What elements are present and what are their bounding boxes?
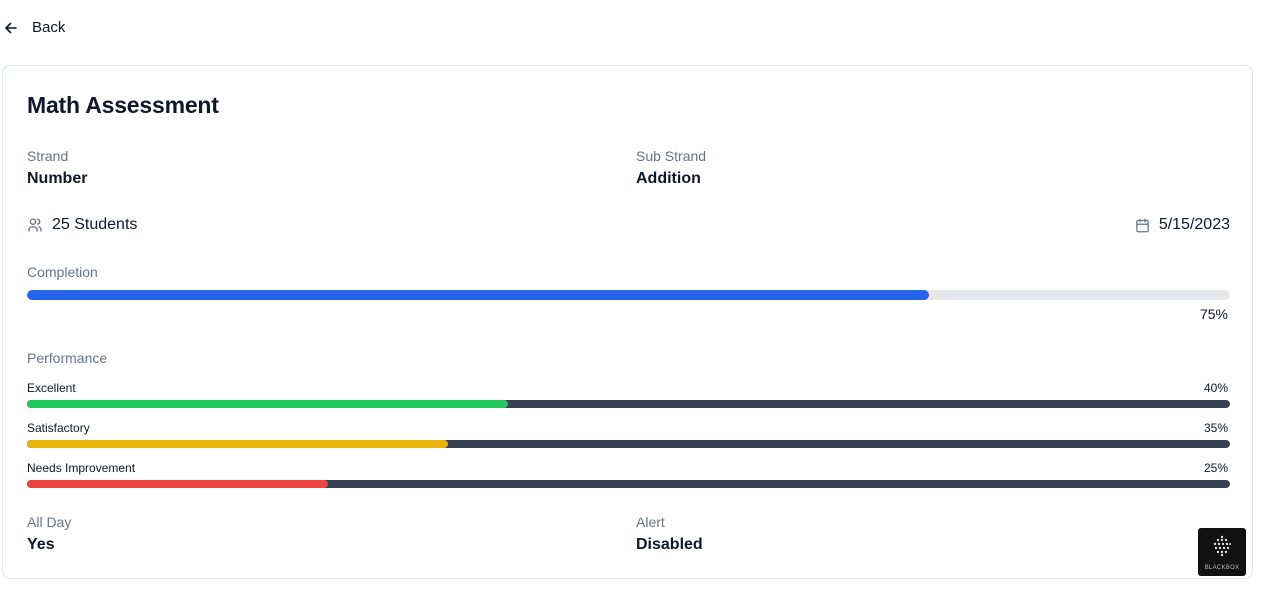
all-day-label: All Day — [27, 514, 72, 530]
back-label: Back — [32, 19, 66, 36]
performance-needs-improvement-percent: 25% — [1203, 461, 1228, 475]
assessment-title: Math Assessment — [27, 92, 219, 118]
performance-satisfactory-label: Satisfactory — [27, 421, 90, 435]
completion-percent: 75% — [1199, 306, 1228, 322]
all-day-value: Yes — [27, 536, 55, 553]
performance-satisfactory-fill — [27, 440, 449, 448]
performance-excellent-bar — [27, 400, 1230, 408]
performance-excellent-percent: 40% — [1203, 381, 1228, 395]
performance-excellent-fill — [27, 400, 509, 408]
arrow-left-icon — [4, 21, 18, 35]
completion-progress-fill — [27, 290, 930, 300]
alert-value: Disabled — [636, 536, 703, 553]
performance-excellent-label: Excellent — [27, 381, 76, 395]
completion-label: Completion — [27, 264, 98, 280]
student-count: 25 Students — [27, 216, 137, 234]
performance-needs-improvement-fill — [27, 480, 328, 488]
performance-needs-improvement-bar — [27, 480, 1230, 488]
users-icon — [27, 217, 43, 233]
date-text: 5/15/2023 — [1158, 216, 1230, 233]
performance-satisfactory-bar — [27, 440, 1230, 448]
sub-strand-value: Addition — [636, 170, 701, 187]
blackbox-logo-icon — [1210, 534, 1234, 563]
performance-label: Performance — [27, 350, 108, 366]
performance-needs-improvement-label: Needs Improvement — [27, 461, 136, 475]
performance-satisfactory-percent: 35% — [1203, 421, 1228, 435]
strand-label: Strand — [27, 148, 69, 164]
completion-progress-bar — [27, 290, 1230, 300]
meta-row: 25 Students 5/15/2023 — [27, 216, 1230, 238]
blackbox-watermark: BLACKBOX — [1198, 528, 1246, 576]
sub-strand-label: Sub Strand — [636, 148, 707, 164]
calendar-icon — [1135, 218, 1150, 233]
alert-label: Alert — [636, 514, 665, 530]
assessment-date: 5/15/2023 — [1135, 216, 1230, 234]
strand-value: Number — [27, 170, 88, 187]
assessment-card: Math Assessment Strand Number Sub Strand… — [2, 65, 1253, 579]
student-count-text: 25 Students — [52, 216, 138, 233]
back-button[interactable]: Back — [4, 19, 65, 36]
watermark-text: BLACKBOX — [1204, 564, 1240, 571]
